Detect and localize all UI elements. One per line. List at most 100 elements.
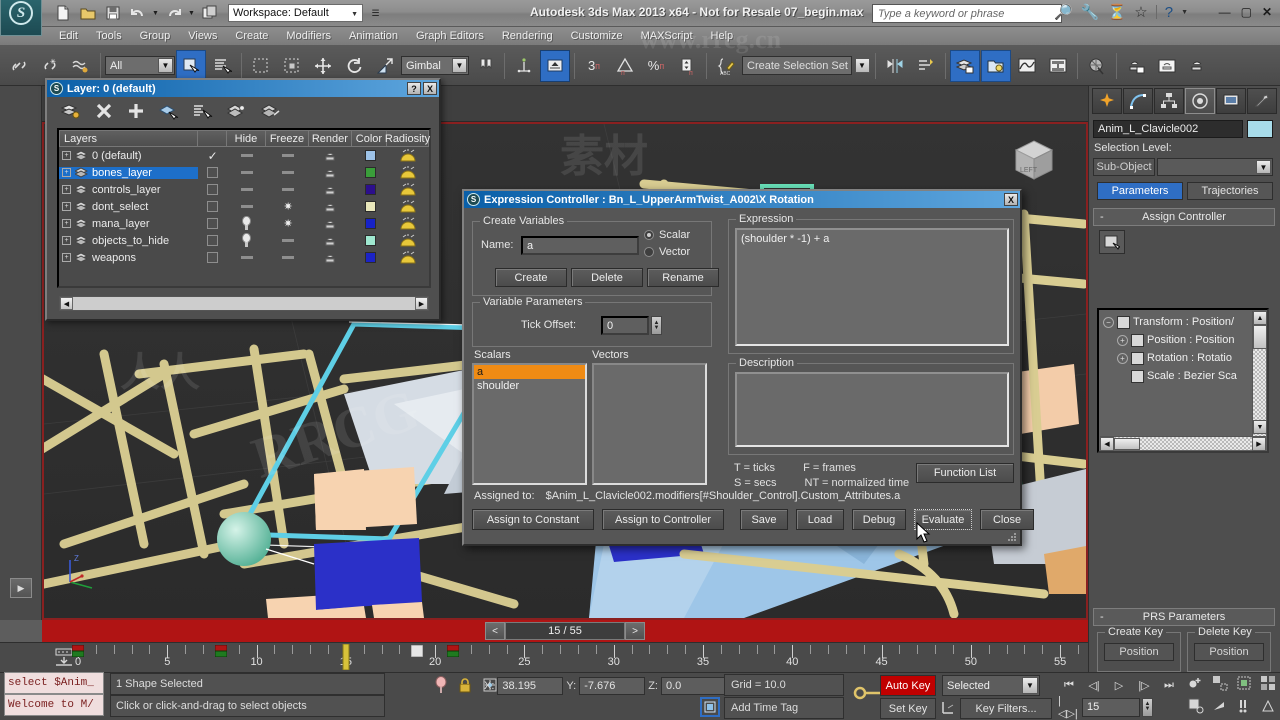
render-setup-icon[interactable]: [1121, 50, 1151, 82]
layer-column-header[interactable]: [197, 130, 227, 147]
rename-button[interactable]: Rename: [647, 268, 719, 287]
object-name-field[interactable]: Anim_L_Clavicle002: [1093, 120, 1243, 138]
layer-current-cell[interactable]: [198, 201, 227, 212]
sub-object-combo[interactable]: ▼: [1157, 158, 1273, 176]
zoom-region-icon[interactable]: [1212, 675, 1228, 694]
layer-render-cell[interactable]: [310, 218, 353, 230]
rendered-frame-window-icon[interactable]: [1152, 50, 1182, 82]
track-bar[interactable]: 0510152025303540455055: [0, 642, 1088, 672]
edit-named-selection-sets-icon[interactable]: ABC: [711, 50, 741, 82]
material-editor-icon[interactable]: [1082, 50, 1112, 82]
window-crossing-icon[interactable]: [277, 50, 307, 82]
menu-item-animation[interactable]: Animation: [340, 27, 407, 46]
menu-item-modifiers[interactable]: Modifiers: [277, 27, 340, 46]
menu-item-maxscript[interactable]: MAXScript: [632, 27, 702, 46]
layer-hide-cell[interactable]: [227, 216, 266, 231]
layer-color-cell[interactable]: [353, 150, 388, 161]
expand-left-toolbar-button[interactable]: ▶: [10, 578, 32, 598]
layer-color-cell[interactable]: [353, 218, 388, 229]
layer-column-header[interactable]: Layers: [59, 130, 198, 147]
key-mode-toggle-button[interactable]: |◁▷|: [1058, 695, 1080, 720]
keyframe-marker[interactable]: [71, 644, 85, 658]
layer-column-header[interactable]: Render: [308, 130, 352, 147]
adaptive-degradation-icon[interactable]: [700, 697, 720, 717]
hide-unhide-layers-icon[interactable]: [260, 102, 281, 123]
scalar-list-item[interactable]: shoulder: [474, 379, 585, 393]
color-swatch[interactable]: [364, 150, 376, 161]
current-frame-indicator[interactable]: 15 / 55: [505, 622, 625, 640]
delete-layer-icon[interactable]: [95, 102, 113, 123]
redo-dropdown-icon[interactable]: ▼: [187, 2, 196, 25]
radio-box-icon[interactable]: [207, 201, 219, 212]
layer-manager-icon[interactable]: [950, 49, 980, 82]
vscroll-thumb[interactable]: [1253, 325, 1267, 349]
hscroll-thumb[interactable]: [1114, 437, 1140, 450]
render-production-icon[interactable]: [1183, 50, 1213, 82]
use-pivot-point-center-icon[interactable]: [470, 50, 500, 82]
layer-freeze-cell[interactable]: [267, 188, 310, 191]
controller-tree-item[interactable]: Scale : Bezier Sca: [1103, 367, 1249, 385]
play-animation-button[interactable]: ▷: [1108, 675, 1130, 695]
create-key-position-button[interactable]: Position: [1104, 643, 1174, 661]
layer-dialog-titlebar[interactable]: S Layer: 0 (default) ? X: [47, 80, 439, 97]
chevron-down-icon[interactable]: ▼: [452, 58, 467, 73]
menu-item-graph-editors[interactable]: Graph Editors: [407, 27, 493, 46]
layer-freeze-cell[interactable]: ✷: [267, 200, 310, 213]
rectangular-selection-region-icon[interactable]: [246, 50, 276, 82]
redo-icon[interactable]: [162, 2, 185, 25]
layer-row[interactable]: + controls_layer: [59, 181, 429, 198]
chevron-down-icon[interactable]: ▼: [158, 58, 173, 73]
select-and-move-icon[interactable]: [308, 50, 338, 82]
variable-name-input[interactable]: a: [521, 236, 639, 255]
expression-controller-dialog[interactable]: S Expression Controller : Bn_L_UpperArmT…: [462, 189, 1034, 546]
menu-item-tools[interactable]: Tools: [87, 27, 131, 46]
layer-radiosity-cell[interactable]: [388, 182, 429, 197]
layer-row[interactable]: + bones_layer: [59, 164, 429, 181]
color-swatch[interactable]: [364, 218, 376, 229]
layer-column-header[interactable]: Hide: [226, 130, 266, 147]
controller-list-vscrollbar[interactable]: ▲ ▼: [1252, 311, 1267, 450]
layer-freeze-cell[interactable]: [267, 256, 310, 259]
maximize-viewport-icon[interactable]: [1260, 675, 1276, 694]
unlink-selection-icon[interactable]: ✳: [35, 50, 65, 82]
reference-coordinate-combo[interactable]: Gimbal ▼: [401, 56, 469, 75]
radio-box-icon[interactable]: [207, 184, 219, 195]
layer-row[interactable]: + objects_to_hide: [59, 232, 429, 249]
use-selection-center-icon[interactable]: [509, 50, 539, 82]
chevron-down-icon[interactable]: ▼: [1256, 160, 1271, 174]
layer-render-cell[interactable]: [310, 201, 353, 213]
help-button[interactable]: ?: [407, 82, 421, 95]
select-and-link-icon[interactable]: [4, 50, 34, 82]
open-icon[interactable]: [76, 2, 99, 25]
menu-item-views[interactable]: Views: [179, 27, 226, 46]
keyframe-marker[interactable]: [340, 643, 352, 671]
curve-editor-icon[interactable]: [1012, 50, 1042, 82]
new-icon[interactable]: [51, 2, 74, 25]
layer-radiosity-cell[interactable]: [388, 250, 429, 265]
tick-offset-input[interactable]: 0: [601, 316, 649, 335]
expand-icon[interactable]: +: [62, 185, 71, 194]
select-and-rotate-icon[interactable]: [339, 50, 369, 82]
function-list-button[interactable]: Function List: [916, 463, 1014, 483]
assign-controller-button[interactable]: [1099, 230, 1125, 254]
set-key-button[interactable]: Set Key: [880, 698, 936, 719]
subscription-icon[interactable]: ⏳: [1108, 3, 1127, 21]
layer-hide-cell[interactable]: [227, 188, 266, 191]
layer-color-cell[interactable]: [353, 201, 388, 212]
rollout-toggle-icon[interactable]: -: [1100, 211, 1104, 223]
expand-icon[interactable]: +: [1117, 352, 1128, 364]
layer-radiosity-cell[interactable]: [388, 199, 429, 214]
percent-snap-icon[interactable]: % ᴨ: [641, 50, 671, 82]
key-filters-button[interactable]: Key Filters...: [960, 698, 1052, 719]
layer-column-header[interactable]: Color: [351, 130, 387, 147]
previous-frame-button[interactable]: ◁|: [1083, 675, 1105, 695]
zoom-extents-icon[interactable]: [1236, 675, 1252, 694]
pan-view-icon[interactable]: [1188, 698, 1204, 717]
keyframe-marker[interactable]: [446, 644, 460, 658]
maxscript-mini-listener[interactable]: select $Anim_ Welcome to M/: [4, 672, 104, 718]
expand-icon[interactable]: +: [62, 151, 71, 160]
layer-list-hscrollbar[interactable]: ◀ ▶: [59, 296, 429, 311]
close-button[interactable]: Close: [980, 509, 1034, 530]
expand-icon[interactable]: +: [62, 253, 71, 262]
layer-hide-cell[interactable]: [227, 154, 266, 157]
